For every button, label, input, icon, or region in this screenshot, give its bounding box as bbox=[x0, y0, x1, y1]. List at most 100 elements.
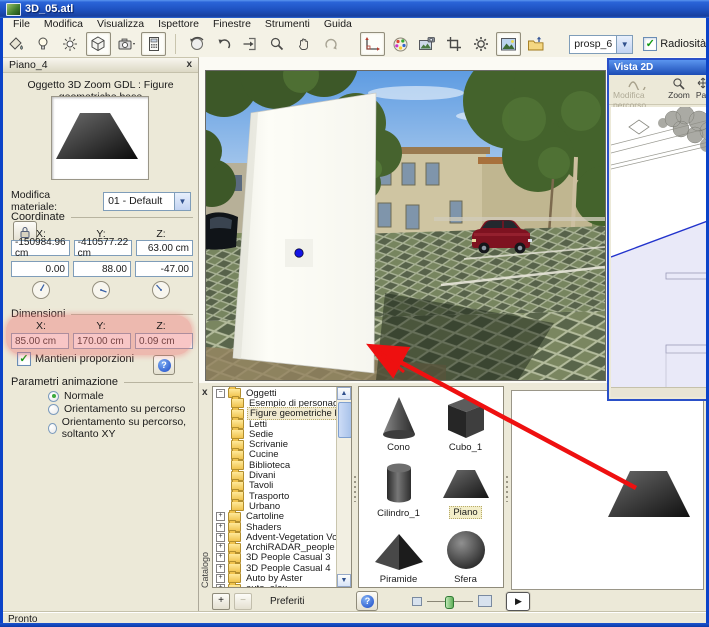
menu-strumenti[interactable]: Strumenti bbox=[259, 18, 316, 31]
modifica-percorso-tool[interactable]: Modifica percorso bbox=[613, 77, 662, 110]
remove-button[interactable]: − bbox=[234, 593, 252, 610]
tree-item[interactable]: +auto_alex bbox=[214, 584, 336, 588]
material-select[interactable]: 01 - Default ▼ bbox=[103, 192, 191, 211]
rotate-view-icon[interactable] bbox=[320, 33, 343, 55]
position-z-field[interactable]: 63.00 cm bbox=[136, 240, 193, 256]
material-select-arrow-icon[interactable]: ▼ bbox=[174, 193, 190, 210]
inspector-close-icon[interactable]: x bbox=[186, 60, 192, 70]
snapshot-icon[interactable] bbox=[416, 33, 439, 55]
catalog-help-button[interactable]: ? bbox=[356, 591, 378, 611]
export-folder-icon[interactable] bbox=[525, 33, 548, 55]
menu-file[interactable]: File bbox=[7, 18, 36, 31]
preview-trapezoid bbox=[512, 391, 703, 589]
rotation-z-field[interactable]: -47.00 bbox=[135, 261, 193, 277]
dimension-x-field[interactable]: 85.00 cm bbox=[11, 333, 69, 349]
catalog-close-icon[interactable]: x bbox=[202, 388, 208, 398]
rotation-y-field[interactable]: 88.00 bbox=[73, 261, 131, 277]
sun-icon[interactable] bbox=[59, 33, 82, 55]
vista-2d-titlebar[interactable]: Vista 2D bbox=[609, 60, 709, 75]
axes-icon[interactable] bbox=[360, 32, 385, 56]
menu-guida[interactable]: Guida bbox=[318, 18, 358, 31]
enter-view-icon[interactable] bbox=[239, 33, 262, 55]
vista-2d-window: Vista 2D Modifica percorso Zoom Pan bbox=[607, 58, 709, 401]
dimension-y-field[interactable]: 170.00 cm bbox=[73, 333, 131, 349]
view-select-arrow-icon[interactable]: ▼ bbox=[616, 36, 632, 53]
collapse-icon[interactable]: − bbox=[216, 389, 225, 398]
fill-bucket-icon[interactable] bbox=[5, 33, 28, 55]
inspector-title: Piano_4 bbox=[9, 59, 186, 71]
render-image-icon[interactable] bbox=[496, 32, 521, 56]
help-button[interactable]: ? bbox=[153, 355, 175, 375]
dimension-z-field[interactable]: 0.09 cm bbox=[135, 333, 193, 349]
shaders-palette-icon[interactable] bbox=[389, 33, 412, 55]
animazione-group-header: Parametri animazione bbox=[11, 376, 193, 388]
catalog-tree[interactable]: −Oggetti Esempio di personaggi animati F… bbox=[212, 386, 352, 588]
slider-track[interactable] bbox=[427, 601, 473, 602]
rotation-dial-x[interactable] bbox=[31, 280, 51, 300]
inspector-titlebar[interactable]: Piano_4 x bbox=[3, 58, 198, 73]
camera-icon[interactable] bbox=[115, 33, 138, 55]
vista-2d-hscrollbar[interactable] bbox=[611, 387, 709, 397]
add-button[interactable]: + bbox=[212, 593, 230, 610]
position-x-field[interactable]: -150984.96 cm bbox=[11, 240, 70, 256]
play-button[interactable]: ▶ bbox=[506, 592, 530, 611]
pan-hand-icon[interactable] bbox=[293, 33, 316, 55]
render-panel-icon[interactable] bbox=[141, 32, 166, 56]
folder-icon bbox=[228, 584, 241, 588]
view-select[interactable]: prosp_6 ▼ bbox=[569, 35, 633, 54]
radio-normale-control[interactable] bbox=[48, 391, 59, 402]
undo-icon[interactable] bbox=[212, 33, 235, 55]
menu-modifica[interactable]: Modifica bbox=[38, 18, 89, 31]
radio-orientamento-xy-control[interactable] bbox=[48, 423, 57, 434]
dark-car bbox=[206, 212, 238, 249]
gallery-item-cilindro[interactable]: Cilindro_1 bbox=[365, 455, 432, 521]
radio-normale[interactable]: Normale bbox=[48, 390, 104, 402]
menu-ispettore[interactable]: Ispettore bbox=[152, 18, 205, 31]
menu-visualizza[interactable]: Visualizza bbox=[91, 18, 150, 31]
rotation-dial-z[interactable] bbox=[151, 280, 171, 300]
light-bulb-icon[interactable] bbox=[32, 33, 55, 55]
expand-icon[interactable]: + bbox=[216, 512, 225, 521]
menu-finestre[interactable]: Finestre bbox=[207, 18, 257, 31]
expand-icon[interactable]: + bbox=[216, 553, 225, 562]
selected-object-preview[interactable] bbox=[511, 390, 704, 590]
scroll-thumb[interactable] bbox=[338, 402, 352, 438]
gallery-item-sfera[interactable]: Sfera bbox=[432, 521, 499, 587]
help-icon: ? bbox=[158, 359, 171, 372]
slider-thumb[interactable] bbox=[445, 596, 454, 609]
orbit-icon[interactable] bbox=[185, 33, 208, 55]
app-icon bbox=[6, 3, 21, 16]
expand-icon[interactable]: + bbox=[216, 564, 225, 573]
scroll-down-icon[interactable]: ▼ bbox=[337, 574, 351, 587]
radio-orientamento-xy[interactable]: Orientamento su percorso, soltanto XY bbox=[48, 416, 198, 440]
gallery-item-piramide[interactable]: Piramide bbox=[365, 521, 432, 587]
expand-icon[interactable]: + bbox=[216, 584, 225, 588]
vista-2d-canvas[interactable] bbox=[611, 107, 709, 389]
scroll-up-icon[interactable]: ▲ bbox=[337, 387, 351, 400]
object-gallery[interactable]: Cono Cubo_1 Cilindro_1 Piano Piramide Sf… bbox=[358, 386, 504, 588]
gallery-item-cubo[interactable]: Cubo_1 bbox=[432, 389, 499, 455]
radio-orientamento-percorso-control[interactable] bbox=[48, 404, 59, 415]
expand-icon[interactable]: + bbox=[216, 533, 225, 542]
position-y-field[interactable]: -410577.22 cm bbox=[74, 240, 133, 256]
rotation-x-field[interactable]: 0.00 bbox=[11, 261, 69, 277]
settings-gear-icon[interactable] bbox=[469, 33, 492, 55]
magnifier-icon[interactable] bbox=[266, 33, 289, 55]
tree-scrollbar[interactable]: ▲ ▼ bbox=[336, 387, 351, 587]
gallery-item-cono[interactable]: Cono bbox=[365, 389, 432, 455]
expand-icon[interactable]: + bbox=[216, 523, 225, 532]
box-3d-icon[interactable] bbox=[86, 32, 111, 56]
gallery-item-piano[interactable]: Piano bbox=[432, 455, 499, 521]
render-3d-scene[interactable] bbox=[205, 70, 606, 381]
radiosity-checkbox[interactable]: ✓ bbox=[643, 37, 657, 51]
crop-icon[interactable] bbox=[442, 33, 465, 55]
gallery-preview-splitter[interactable] bbox=[504, 386, 510, 588]
material-row: Modifica materiale: 01 - Default ▼ bbox=[11, 189, 191, 213]
expand-icon[interactable]: + bbox=[216, 574, 225, 583]
rotation-dial-y[interactable] bbox=[91, 280, 111, 300]
keep-proportions-checkbox[interactable]: ✓ bbox=[17, 352, 31, 366]
radio-orientamento-percorso[interactable]: Orientamento su percorso bbox=[48, 403, 185, 415]
vista-2d-toolbar: Modifica percorso Zoom Pan bbox=[609, 75, 709, 105]
zoom-tool[interactable]: Zoom bbox=[668, 77, 690, 100]
expand-icon[interactable]: + bbox=[216, 543, 225, 552]
